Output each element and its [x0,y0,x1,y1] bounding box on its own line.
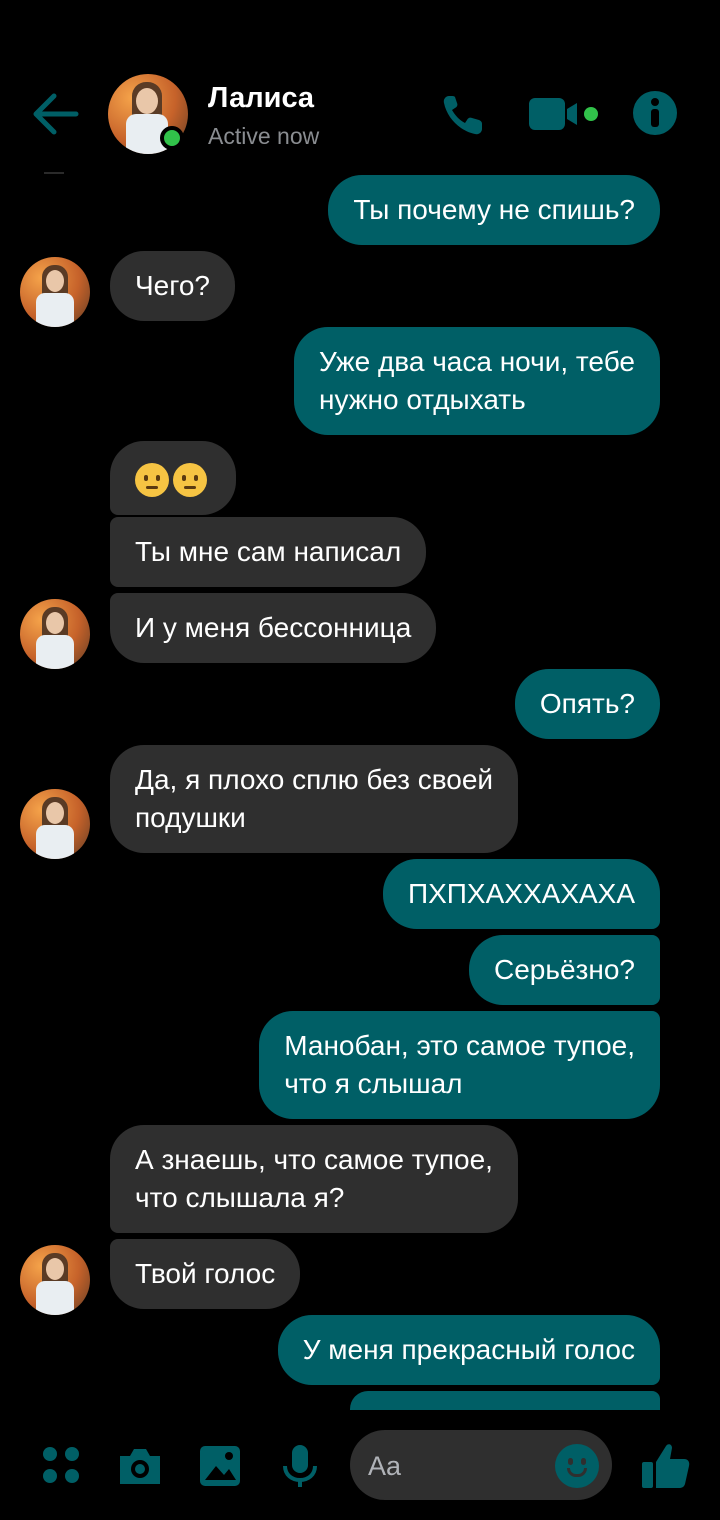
message-text: А знаешь, что самое тупое, что слышала я… [135,1144,493,1213]
message-text: Серьёзно? [494,954,635,985]
contact-avatar-small[interactable] [20,1245,90,1315]
message-text: Ты почему не спишь? [353,194,635,225]
message-text: Чего? [135,270,210,301]
contact-avatar-small[interactable] [20,257,90,327]
apps-icon[interactable] [38,1442,86,1490]
message-in[interactable]: И у меня бессонница [110,593,437,663]
message-text: Уже два часа ночи, тебе нужно отдыхать [319,346,635,415]
contact-avatar-small[interactable] [20,599,90,669]
thumbs-up-icon[interactable] [640,1440,692,1492]
back-arrow-icon[interactable] [30,92,80,136]
online-status-dot [160,126,184,150]
video-camera-icon[interactable] [527,96,603,132]
message-text: Твой голос [135,1258,276,1289]
message-in[interactable]: Твой голос [110,1239,301,1309]
gallery-icon[interactable] [196,1442,244,1490]
message-input-placeholder[interactable]: Aa [368,1451,401,1482]
message-out[interactable]: Опять? [514,669,660,739]
message-out[interactable]: Манобан, это самое тупое, что я слышал [259,1011,660,1119]
message-in[interactable]: Ты мне сам написал [110,517,427,587]
message-text: Опять? [539,688,635,719]
face-with-hand-over-mouth-emoji [135,462,169,497]
contact-status: Active now [208,123,320,149]
microphone-icon[interactable] [276,1442,324,1490]
header-divider [44,172,64,174]
phone-icon[interactable] [440,92,486,138]
message-text: У меня прекрасный голос [302,1334,635,1365]
message-text: Ты мне сам написал [135,536,402,567]
info-icon[interactable] [632,90,678,136]
message-out[interactable]: Ты почему не спишь? [328,175,660,245]
message-out-partial[interactable] [350,1391,660,1410]
message-in[interactable]: А знаешь, что самое тупое, что слышала я… [110,1125,518,1233]
contact-avatar-small[interactable] [20,789,90,859]
message-out[interactable]: У меня прекрасный голос [277,1315,660,1385]
message-text: И у меня бессонница [135,612,412,643]
face-with-hand-over-mouth-emoji [173,462,207,497]
message-text: Манобан, это самое тупое, что я слышал [284,1030,635,1099]
message-in[interactable]: Чего? [110,251,235,321]
message-text: Да, я плохо сплю без своей подушки [135,764,494,833]
message-in-emoji[interactable] [110,441,236,515]
message-out[interactable]: Уже два часа ночи, тебе нужно отдыхать [294,327,660,435]
message-in[interactable]: Да, я плохо сплю без своей подушки [110,745,519,853]
message-text: ПХПХАХХАХАХА [407,878,635,909]
contact-name[interactable]: Лалиса [208,82,314,115]
camera-icon[interactable] [116,1442,164,1490]
emoji-icon[interactable] [555,1444,599,1488]
message-out[interactable]: Серьёзно? [469,935,660,1005]
message-out[interactable]: ПХПХАХХАХАХА [382,859,660,929]
